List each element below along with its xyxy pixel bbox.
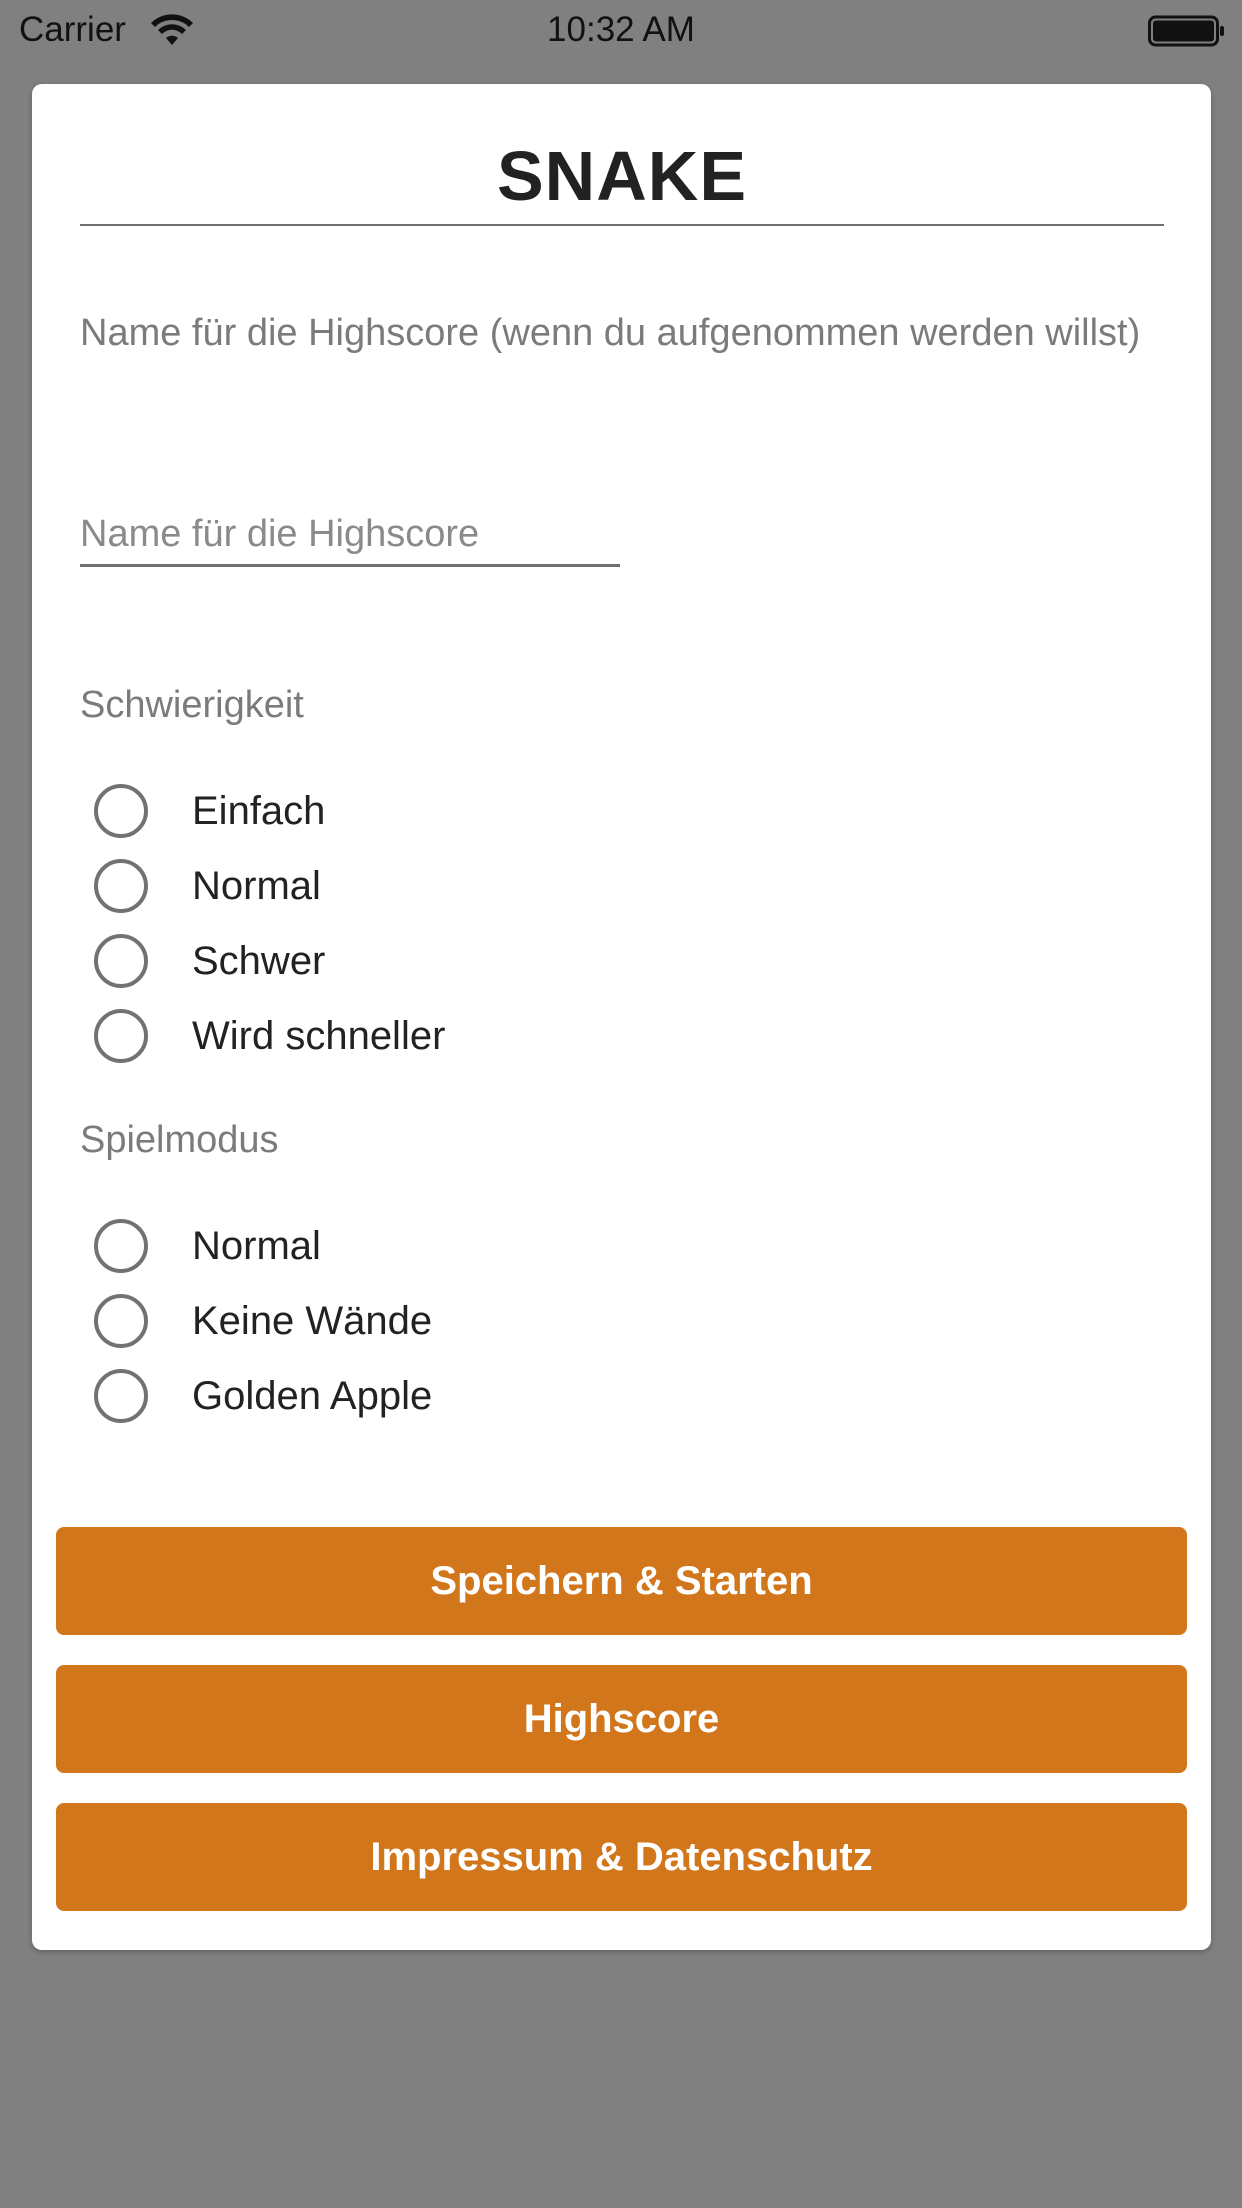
radio-label: Keine Wände <box>192 1298 433 1343</box>
radio-circle-icon[interactable] <box>94 784 148 838</box>
radio-difficulty-schwer[interactable]: Schwer <box>94 930 694 992</box>
game-mode-label: Spielmodus <box>80 1119 279 1161</box>
difficulty-label: Schwierigkeit <box>80 684 304 726</box>
radio-label: Normal <box>192 1223 321 1268</box>
radio-circle-icon[interactable] <box>94 1369 148 1423</box>
radio-circle-icon[interactable] <box>94 934 148 988</box>
status-bar: Carrier 10:32 AM <box>0 0 1242 62</box>
battery-icon <box>1148 15 1224 47</box>
radio-difficulty-einfach[interactable]: Einfach <box>94 780 694 842</box>
imprint-privacy-button[interactable]: Impressum & Datenschutz <box>56 1803 1187 1911</box>
radio-mode-golden-apple[interactable]: Golden Apple <box>94 1365 694 1427</box>
radio-circle-icon[interactable] <box>94 1294 148 1348</box>
radio-label: Schwer <box>192 938 326 983</box>
page-title: SNAKE <box>496 137 748 215</box>
radio-label: Golden Apple <box>192 1373 433 1418</box>
title-divider <box>80 224 1164 226</box>
radio-label: Wird schneller <box>192 1013 446 1058</box>
radio-label: Einfach <box>192 788 326 833</box>
radio-mode-keine-waende[interactable]: Keine Wände <box>94 1290 694 1352</box>
save-and-start-button[interactable]: Speichern & Starten <box>56 1527 1187 1635</box>
radio-mode-normal[interactable]: Normal <box>94 1215 694 1277</box>
radio-difficulty-wird-schneller[interactable]: Wird schneller <box>94 1005 694 1067</box>
radio-circle-icon[interactable] <box>94 1219 148 1273</box>
radio-difficulty-normal[interactable]: Normal <box>94 855 694 917</box>
status-time: 10:32 AM <box>547 10 695 49</box>
highscore-name-hint: Name für die Highscore (wenn du aufgenom… <box>80 312 1141 354</box>
radio-circle-icon[interactable] <box>94 859 148 913</box>
radio-label: Normal <box>192 863 321 908</box>
settings-card: SNAKE Name für die Highscore (wenn du au… <box>32 84 1211 1950</box>
highscore-button[interactable]: Highscore <box>56 1665 1187 1773</box>
highscore-name-input[interactable] <box>80 504 620 567</box>
radio-circle-icon[interactable] <box>94 1009 148 1063</box>
